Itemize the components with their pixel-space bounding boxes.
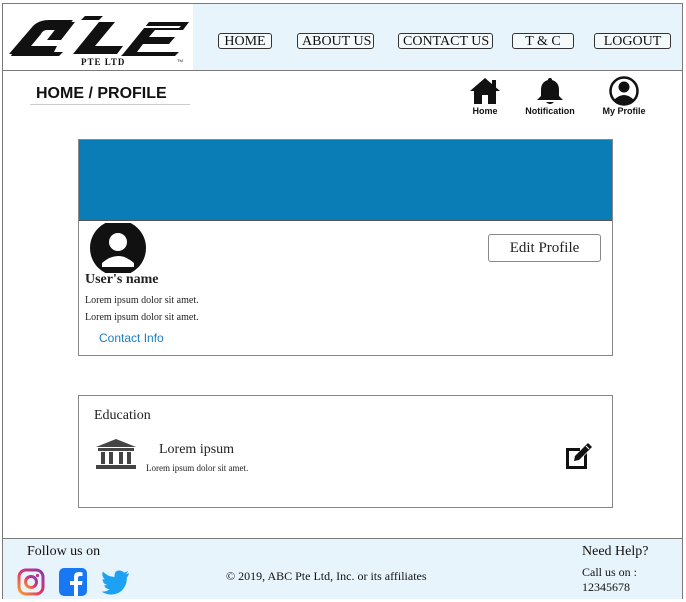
nav-logout-button[interactable]: LOGOUT [594,33,671,49]
education-item-name: Lorem ipsum [159,442,235,457]
user-avatar-icon [90,220,146,276]
institution-icon [94,438,138,475]
need-help-label: Need Help? [582,544,649,559]
edit-education-icon[interactable] [562,440,594,477]
contact-info-link[interactable]: Contact Info [99,331,164,345]
education-item-description: Lorem ipsum dolor sit amet. [146,463,249,473]
profile-line-1: Lorem ipsum dolor sit amet. [85,295,199,306]
instagram-icon[interactable] [17,568,45,601]
home-icon [470,78,500,104]
quick-link-home[interactable]: Home [466,76,504,116]
follow-us-label: Follow us on [27,544,101,559]
nav-contact-us-button[interactable]: CONTACT US [398,33,493,49]
phone-number[interactable]: 12345678 [582,580,637,595]
education-card: Education Lorem ipsum Lorem ipsum dolor … [78,395,613,508]
edit-profile-button[interactable]: Edit Profile [488,234,601,262]
footer: Follow us on © 2019, ABC Pte Ltd, Inc. o… [3,538,682,599]
svg-text:TM: TM [177,58,183,63]
call-us-block: Call us on : 12345678 [582,565,637,595]
profile-banner [79,140,612,221]
avatar [89,220,147,278]
education-title: Education [94,408,151,423]
user-name: User's name [85,272,159,287]
profile-line-2: Lorem ipsum dolor sit amet. [85,312,199,323]
quick-link-notification-label: Notification [525,106,575,116]
quick-link-home-label: Home [472,106,498,116]
user-circle-icon [609,76,639,106]
top-header: TM PTE LTD HOME ABOUT US CONTACT US T & … [3,4,682,71]
breadcrumb-divider [30,104,190,105]
twitter-icon[interactable] [101,568,131,601]
nav-about-us-button[interactable]: ABOUT US [297,33,374,49]
logo-tagline: PTE LTD [81,57,126,67]
call-us-label: Call us on : [582,565,638,579]
bell-icon [537,78,563,104]
quick-link-notification[interactable]: Notification [521,76,579,116]
profile-card: User's name Lorem ipsum dolor sit amet. … [78,139,613,356]
quick-link-my-profile-label: My Profile [602,106,646,116]
nav-home-button[interactable]: HOME [218,33,272,49]
nav-terms-button[interactable]: T & C [512,33,574,49]
facebook-icon[interactable] [59,568,87,601]
logo[interactable]: TM PTE LTD [3,4,193,70]
quick-link-my-profile[interactable]: My Profile [596,76,652,116]
breadcrumb: HOME / PROFILE [36,85,167,102]
copyright-text: © 2019, ABC Pte Ltd, Inc. or its affilia… [226,569,427,583]
